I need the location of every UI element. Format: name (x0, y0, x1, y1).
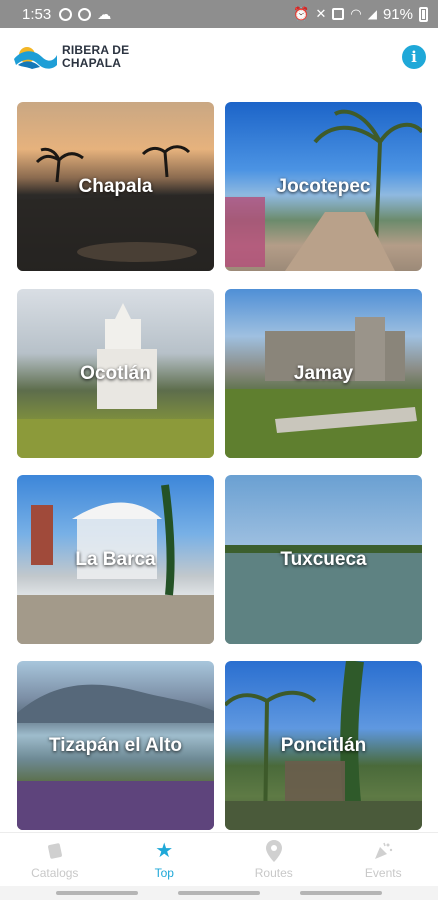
card-ocotlan[interactable]: Ocotlán (17, 289, 214, 458)
card-title: Poncitlán (280, 734, 367, 756)
destinations-grid: Chapala Jocotepec Ocotlán Jamay La Barca… (0, 86, 438, 832)
card-jamay[interactable]: Jamay (225, 289, 422, 458)
cloud-icon: ☁ (97, 5, 112, 22)
card-title: Jamay (293, 362, 354, 384)
gesture-pill (178, 891, 260, 895)
signal-icon: ◢ (367, 7, 377, 21)
card-title: La Barca (75, 548, 156, 570)
gesture-pill (56, 891, 138, 895)
vibrate-icon (332, 8, 345, 20)
status-bar: 1:53 ☁ ⏰ ✕ ◠ ◢ 91% (0, 0, 438, 28)
nav-label-routes: Routes (254, 865, 293, 880)
card-tizapan[interactable]: Tizapán el Alto (17, 661, 214, 830)
map-pin-icon (263, 839, 285, 862)
card-title: Tizapán el Alto (48, 734, 183, 756)
info-icon[interactable]: i (402, 45, 426, 69)
nav-label-catalogs: Catalogs (31, 865, 79, 880)
ribera-logo-icon (14, 47, 57, 69)
nav-routes[interactable]: Routes (219, 833, 329, 886)
bottom-navigation: Catalogs ★ Top Routes Events (0, 832, 438, 886)
nav-label-events: Events (364, 865, 402, 880)
nav-top[interactable]: ★ Top (110, 833, 220, 886)
status-time: 1:53 (22, 5, 52, 23)
logo-line-2: CHAPALA (62, 56, 122, 70)
gesture-pill (300, 891, 382, 895)
card-title: Ocotlán (80, 362, 151, 384)
star-icon: ★ (155, 839, 174, 862)
mute-icon: ✕ (315, 6, 327, 21)
nav-events[interactable]: Events (329, 833, 438, 886)
catalog-icon (44, 840, 66, 862)
app-logo[interactable]: RIBERA DE CHAPALA (12, 43, 129, 71)
gesture-bar (0, 886, 438, 900)
battery-icon (419, 6, 428, 22)
party-popper-icon (372, 840, 394, 862)
app-header: RIBERA DE CHAPALA i (0, 28, 438, 86)
alarm-icon: ⏰ (293, 6, 310, 21)
card-poncitlan[interactable]: Poncitlán (225, 661, 422, 830)
card-labarca[interactable]: La Barca (17, 475, 214, 644)
card-chapala[interactable]: Chapala (17, 102, 214, 271)
do-not-disturb-icon (78, 7, 92, 21)
card-tuxcueca[interactable]: Tuxcueca (225, 475, 422, 644)
whatsapp-icon (59, 7, 73, 21)
card-title: Chapala (78, 175, 153, 197)
card-title: Jocotepec (276, 175, 371, 197)
wifi-icon: ◠ (350, 6, 362, 21)
card-title: Tuxcueca (280, 548, 367, 570)
nav-catalogs[interactable]: Catalogs (0, 833, 110, 886)
card-jocotepec[interactable]: Jocotepec (225, 102, 422, 271)
battery-percent: 91% (382, 5, 413, 23)
nav-label-top: Top (154, 865, 174, 880)
